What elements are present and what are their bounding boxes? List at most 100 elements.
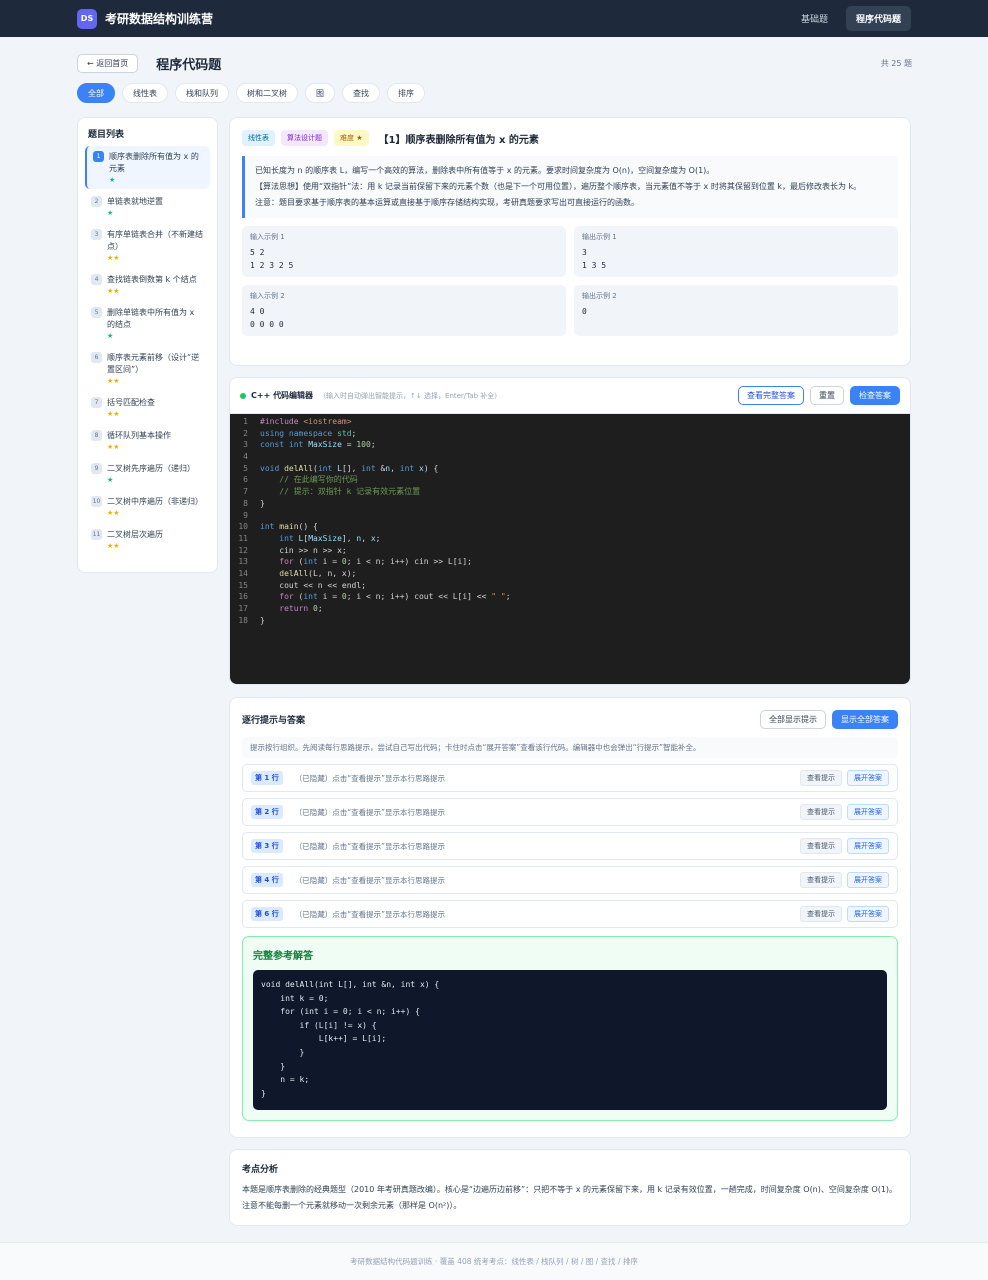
code-line: 12 cin >> n >> x;	[238, 545, 347, 555]
editor-title: C++ 代码编辑器	[251, 391, 314, 400]
hint-row: 第 1 行 （已隐藏）点击“查看提示”显示本行思路提示 查看提示 展开答案	[242, 764, 898, 792]
difficulty-stars: ★★	[107, 410, 120, 418]
code-line: 15 cout << n << endl;	[238, 580, 366, 590]
sample-value: 4 0 0 0 0 0	[250, 307, 284, 329]
back-button[interactable]: ← 返回首页	[77, 53, 139, 73]
list-item-number: 3	[91, 229, 102, 240]
logo-icon: DS	[77, 8, 97, 29]
code-line: 1 #include <iostream>	[243, 417, 352, 426]
list-item-name: 括号匹配检查	[107, 398, 155, 407]
answer-title: 完整参考解答	[253, 951, 313, 962]
sample-output-2: 输出示例 2 0	[574, 285, 898, 336]
code-line: 16 for (int i = 0; i < n; i++) cout << L…	[238, 592, 511, 602]
view-answer-button[interactable]: 查看完整答案	[738, 386, 804, 405]
reset-button[interactable]: 重置	[810, 386, 844, 405]
code-line: 2 using namespace std;	[243, 428, 357, 438]
list-item-name: 循环队列基本操作	[107, 431, 171, 440]
hints-panel: 逐行提示与答案 全部显示提示 显示全部答案 提示按行组织。先阅读每行思路提示，尝…	[229, 697, 911, 1138]
line-tag: 第 6 行	[251, 907, 283, 921]
filter-stack-queue[interactable]: 栈和队列	[175, 83, 229, 103]
analysis-title: 考点分析	[242, 1165, 279, 1175]
hint-text: （已隐藏）点击“查看提示”显示本行思路提示	[294, 841, 446, 851]
answer-line: }	[261, 1061, 286, 1071]
list-item[interactable]: 9 二叉树先序遍历（递归） ★	[85, 458, 210, 489]
top-bar: DS 考研数据结构训练营 基础题 程序代码题	[0, 0, 988, 37]
hint-row: 第 6 行 （已隐藏）点击“查看提示”显示本行思路提示 查看提示 展开答案	[242, 900, 898, 928]
hints-actions: 全部显示提示 显示全部答案	[760, 710, 898, 729]
expand-answer-button[interactable]: 展开答案	[847, 838, 889, 854]
reference-answer: 完整参考解答 void delAll(int L[], int &n, int …	[242, 936, 898, 1121]
list-item[interactable]: 10 二叉树中序遍历（非递归） ★★	[85, 491, 210, 522]
tag-difficulty: 难度 ★	[334, 130, 369, 146]
page-title: 程序代码题	[156, 57, 222, 73]
code-line: 8}	[243, 498, 265, 508]
list-item[interactable]: 3 有序单链表合并（不新建结点） ★★	[85, 224, 210, 267]
tag-type: 算法设计题	[281, 130, 328, 146]
list-item[interactable]: 5 删除单链表中所有值为 x 的结点 ★	[85, 302, 210, 345]
check-answer-button[interactable]: 检查答案	[850, 386, 900, 405]
list-item[interactable]: 1 顺序表删除所有值为 x 的元素 ★	[85, 146, 210, 189]
app-title: 考研数据结构训练营	[105, 12, 214, 26]
list-item-number: 10	[91, 496, 102, 507]
analysis-text: 本题是顺序表删除的经典题型（2010 年考研真题改编）。核心是“边遍历边前移”：…	[242, 1185, 898, 1210]
difficulty-stars: ★★	[107, 509, 120, 517]
view-hint-button[interactable]: 查看提示	[800, 872, 842, 888]
line-tag: 第 4 行	[251, 873, 283, 887]
list-item[interactable]: 8 循环队列基本操作 ★★	[85, 425, 210, 456]
brand[interactable]: DS 考研数据结构训练营	[77, 8, 214, 29]
view-hint-button[interactable]: 查看提示	[800, 770, 842, 786]
filter-sort[interactable]: 排序	[387, 83, 425, 103]
samples: 输入示例 1 5 2 1 2 3 2 5 输出示例 1 3 1 3 5 输入示例 2…	[242, 226, 898, 336]
hint-text: （已隐藏）点击“查看提示”显示本行思路提示	[294, 807, 446, 817]
code-line: 4	[243, 452, 248, 462]
expand-answer-button[interactable]: 展开答案	[847, 906, 889, 922]
difficulty-stars: ★	[107, 332, 114, 340]
expand-answer-button[interactable]: 展开答案	[847, 872, 889, 888]
filter-tree[interactable]: 树和二叉树	[236, 83, 298, 103]
question-title: 【1】顺序表删除所有值为 x 的元素	[378, 134, 539, 146]
view-hint-button[interactable]: 查看提示	[800, 906, 842, 922]
list-item-number: 11	[91, 529, 102, 540]
filter-search[interactable]: 查找	[342, 83, 380, 103]
question-count: 共 25 题	[880, 58, 912, 68]
nav-code[interactable]: 程序代码题	[845, 6, 911, 31]
list-item-number: 4	[91, 274, 102, 285]
show-all-answers-button[interactable]: 显示全部答案	[832, 710, 898, 729]
expand-answer-button[interactable]: 展开答案	[847, 804, 889, 820]
code-area[interactable]: 1 #include <iostream> 2 using namespace st…	[230, 414, 910, 684]
nav-basic[interactable]: 基础题	[791, 6, 838, 31]
expand-answer-button[interactable]: 展开答案	[847, 770, 889, 786]
show-all-hints-button[interactable]: 全部显示提示	[760, 710, 826, 729]
list-item-name: 二叉树先序遍历（递归）	[107, 464, 195, 473]
answer-line: L[k++] = L[i];	[261, 1034, 387, 1044]
list-item-number: 9	[91, 463, 102, 474]
filter-graph[interactable]: 图	[305, 83, 335, 103]
list-item[interactable]: 11 二叉树层次遍历 ★★	[85, 524, 210, 555]
list-item[interactable]: 6 顺序表元素前移（设计“逆置区间”） ★★	[85, 347, 210, 390]
code-line: 17 return 0;	[238, 604, 323, 613]
list-item-name: 顺序表删除所有值为 x 的元素	[109, 152, 199, 173]
list-item-name: 删除单链表中所有值为 x 的结点	[107, 308, 195, 329]
list-item[interactable]: 2 单链表就地逆置 ★	[85, 191, 210, 222]
answer-line: }	[261, 1047, 305, 1057]
view-hint-button[interactable]: 查看提示	[800, 804, 842, 820]
answer-line: if (L[i] != x) {	[261, 1020, 377, 1030]
filter-linear[interactable]: 线性表	[122, 83, 168, 103]
hints-title: 逐行提示与答案	[242, 716, 306, 726]
code-line: 6 // 在此编写你的代码	[243, 475, 358, 485]
question-card: 线性表 算法设计题 难度 ★ 【1】顺序表删除所有值为 x 的元素 已知长度为 …	[229, 117, 911, 366]
status-dot-icon	[240, 392, 246, 399]
list-item-number: 6	[91, 352, 102, 363]
list-item-number: 2	[91, 196, 102, 207]
list-item-number: 7	[91, 397, 102, 408]
filter-all[interactable]: 全部	[77, 83, 115, 103]
difficulty-stars: ★★	[107, 542, 120, 550]
algorithm-idea: 【算法思想】使用“双指针”法：用 k 记录当前保留下来的元素个数（也是下一个可用…	[255, 182, 862, 191]
question-list: 题目列表 1 顺序表删除所有值为 x 的元素 ★ 2 单链表就地逆置 ★ 3 有序单链表合…	[77, 117, 218, 573]
answer-code: void delAll(int L[], int &n, int x) { in…	[253, 970, 887, 1110]
list-item[interactable]: 4 查找链表倒数第 k 个结点 ★★	[85, 269, 210, 300]
list-item-name: 二叉树中序遍历（非递归）	[107, 497, 203, 506]
list-item[interactable]: 7 括号匹配检查 ★★	[85, 392, 210, 423]
view-hint-button[interactable]: 查看提示	[800, 838, 842, 854]
code-line: 18}	[238, 615, 265, 625]
